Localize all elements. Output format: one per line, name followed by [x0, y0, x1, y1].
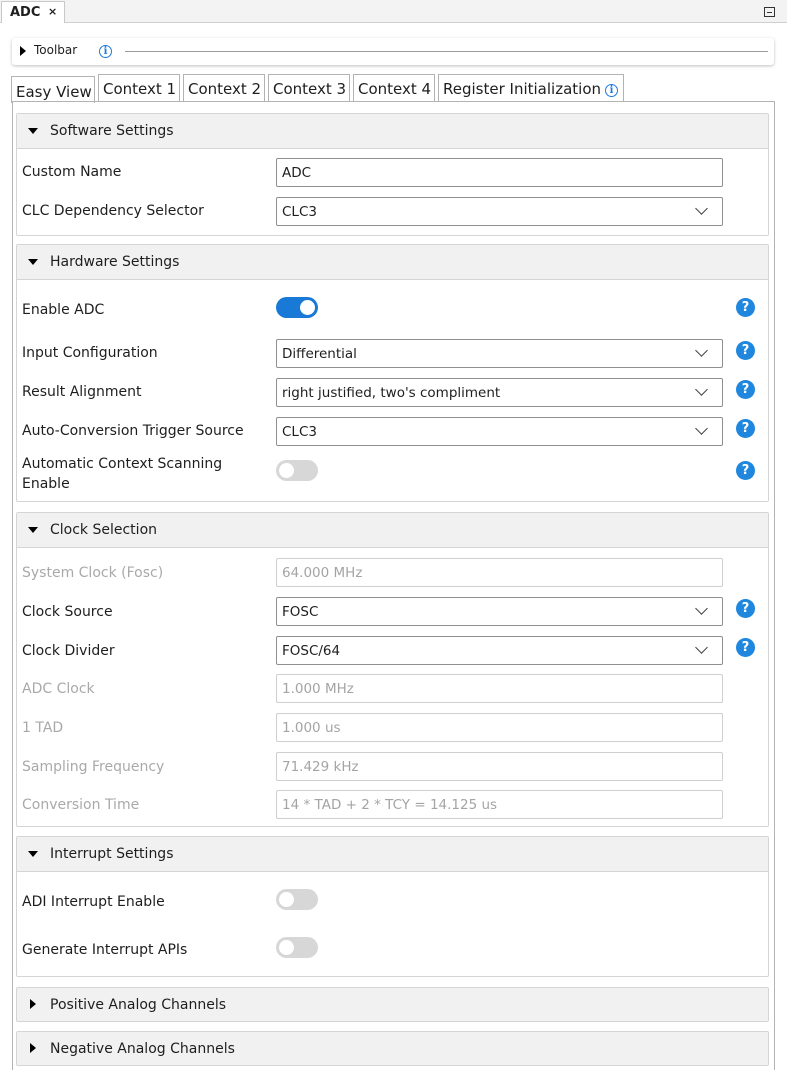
field-label: Sampling Frequency: [22, 759, 165, 775]
adc-clock-readonly: 1.000 MHz: [276, 674, 723, 703]
tab-register-initialization[interactable]: Register Initialization i: [438, 74, 624, 102]
tab-label: Context 2: [188, 80, 262, 98]
custom-name-input[interactable]: ADC: [276, 158, 723, 187]
field-label: System Clock (Fosc): [22, 565, 164, 581]
field-label: ADC Clock: [22, 681, 95, 697]
field-label: 1 TAD: [22, 720, 64, 736]
sampling-frequency-readonly: 71.429 kHz: [276, 752, 723, 781]
help-icon[interactable]: ?: [736, 461, 755, 480]
document-tab-adc[interactable]: ADC ×: [1, 1, 65, 23]
clock-source-select[interactable]: FOSC: [276, 597, 723, 626]
help-icon[interactable]: ?: [736, 599, 755, 618]
section-title: Positive Analog Channels: [50, 997, 227, 1013]
field-label: Custom Name: [22, 164, 122, 180]
select-value: FOSC: [282, 604, 319, 620]
document-tab-bar: ADC ×: [0, 0, 787, 23]
tad-readonly: 1.000 us: [276, 713, 723, 742]
field-label: Enable ADC: [22, 302, 105, 318]
section-title: Software Settings: [50, 123, 174, 139]
help-icon[interactable]: ?: [736, 341, 755, 360]
tab-label: Context 4: [358, 80, 432, 98]
expand-triangle-icon[interactable]: [30, 999, 36, 1009]
field-label-continued: Enable: [22, 476, 70, 492]
clc-dependency-select[interactable]: CLC3: [276, 197, 723, 226]
section-title: Negative Analog Channels: [50, 1041, 235, 1057]
section-header[interactable]: Negative Analog Channels: [17, 1032, 768, 1065]
help-icon[interactable]: ?: [736, 419, 755, 438]
chevron-down-icon: [695, 641, 708, 654]
toolbar-expander[interactable]: Toolbar i: [12, 38, 774, 65]
tab-context-3[interactable]: Context 3: [268, 74, 350, 102]
help-icon[interactable]: ?: [736, 298, 755, 317]
field-label: Clock Source: [22, 604, 113, 620]
section-positive-analog-channels: Positive Analog Channels: [16, 987, 769, 1022]
adi-interrupt-toggle[interactable]: [276, 889, 318, 910]
field-label: Auto-Conversion Trigger Source: [22, 423, 244, 439]
help-icon[interactable]: ?: [736, 638, 755, 657]
section-negative-analog-channels: Negative Analog Channels: [16, 1031, 769, 1066]
section-header[interactable]: Clock Selection: [17, 513, 768, 548]
context-scanning-toggle[interactable]: [276, 460, 318, 481]
section-title: Clock Selection: [50, 522, 158, 538]
tab-label: Register Initialization: [443, 80, 601, 98]
chevron-down-icon: [695, 422, 708, 435]
section-software-settings: Software Settings Custom Name ADC CLC De…: [16, 113, 769, 236]
collapse-triangle-icon[interactable]: [28, 259, 38, 265]
section-header[interactable]: Interrupt Settings: [17, 837, 768, 872]
section-title: Interrupt Settings: [50, 846, 174, 862]
expand-triangle-icon[interactable]: [20, 46, 26, 56]
field-label: Automatic Context Scanning: [22, 456, 223, 472]
field-label: Clock Divider: [22, 643, 115, 659]
field-label: Generate Interrupt APIs: [22, 942, 188, 958]
trigger-source-select[interactable]: CLC3: [276, 417, 723, 446]
result-alignment-select[interactable]: right justified, two's compliment: [276, 378, 723, 407]
enable-adc-toggle[interactable]: [276, 297, 318, 318]
section-header[interactable]: Hardware Settings: [17, 245, 768, 280]
field-label: ADI Interrupt Enable: [22, 894, 165, 910]
input-configuration-select[interactable]: Differential: [276, 339, 723, 368]
toolbar-divider: [125, 51, 768, 52]
section-hardware-settings: Hardware Settings Enable ADC ? Input Con…: [16, 244, 769, 502]
info-icon[interactable]: i: [605, 84, 618, 97]
minimize-icon[interactable]: [764, 7, 775, 17]
chevron-down-icon: [695, 202, 708, 215]
select-value: FOSC/64: [282, 643, 341, 659]
tab-easy-view[interactable]: Easy View: [11, 76, 95, 103]
system-clock-readonly: 64.000 MHz: [276, 558, 723, 587]
section-interrupt-settings: Interrupt Settings ADI Interrupt Enable …: [16, 836, 769, 977]
tab-context-4[interactable]: Context 4: [353, 74, 435, 102]
chevron-down-icon: [695, 344, 708, 357]
collapse-triangle-icon[interactable]: [28, 851, 38, 857]
help-icon[interactable]: ?: [736, 380, 755, 399]
tab-label: Easy View: [16, 83, 92, 101]
clock-divider-select[interactable]: FOSC/64: [276, 636, 723, 665]
chevron-down-icon: [695, 602, 708, 615]
select-value: CLC3: [282, 424, 317, 440]
select-value: right justified, two's compliment: [282, 385, 501, 401]
conversion-time-readonly: 14 * TAD + 2 * TCY = 14.125 us: [276, 790, 723, 819]
tab-label: Context 3: [273, 80, 347, 98]
expand-triangle-icon[interactable]: [30, 1043, 36, 1053]
field-label: CLC Dependency Selector: [22, 203, 204, 219]
select-value: Differential: [282, 346, 357, 362]
section-header[interactable]: Positive Analog Channels: [17, 988, 768, 1021]
chevron-down-icon: [695, 383, 708, 396]
tab-context-2[interactable]: Context 2: [183, 74, 265, 102]
section-clock-selection: Clock Selection System Clock (Fosc) 64.0…: [16, 512, 769, 827]
field-label: Input Configuration: [22, 345, 158, 361]
select-value: CLC3: [282, 204, 317, 220]
info-icon[interactable]: i: [99, 45, 112, 58]
generate-apis-toggle[interactable]: [276, 937, 318, 958]
document-tab-label: ADC: [10, 5, 41, 20]
section-title: Hardware Settings: [50, 254, 180, 270]
collapse-triangle-icon[interactable]: [28, 128, 38, 134]
toolbar-label: Toolbar: [34, 43, 78, 57]
field-label: Conversion Time: [22, 797, 140, 813]
tab-label: Context 1: [103, 80, 177, 98]
section-header[interactable]: Software Settings: [17, 114, 768, 149]
tab-context-1[interactable]: Context 1: [98, 74, 180, 102]
close-icon[interactable]: ×: [48, 5, 57, 18]
field-label: Result Alignment: [22, 384, 142, 400]
collapse-triangle-icon[interactable]: [28, 527, 38, 533]
